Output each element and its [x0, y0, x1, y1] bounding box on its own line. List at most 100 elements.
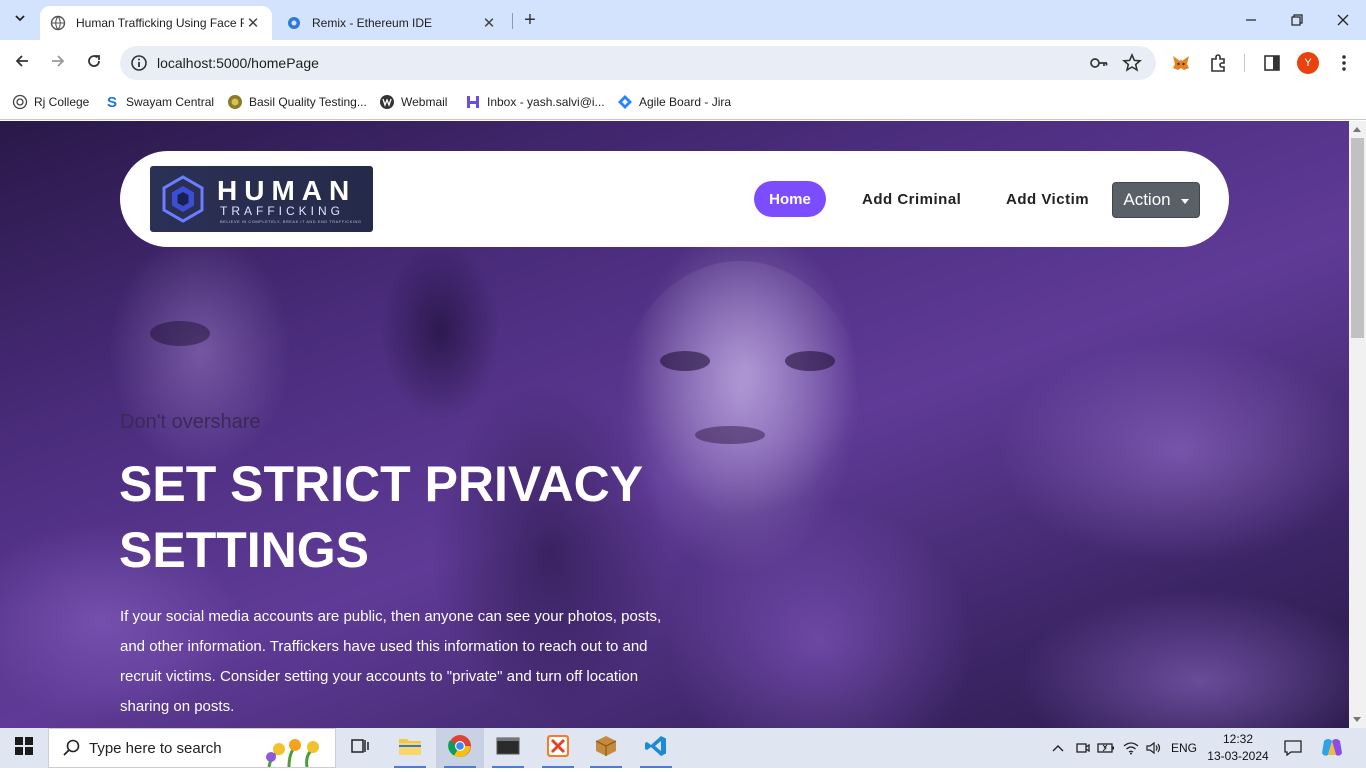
basil-icon	[227, 94, 243, 110]
action-dropdown-button[interactable]: Action	[1112, 182, 1200, 218]
task-view-icon	[350, 737, 370, 760]
back-button[interactable]	[8, 49, 36, 77]
webmail-icon	[379, 94, 395, 110]
site-info-icon[interactable]	[130, 54, 148, 72]
bookmark-webmail[interactable]: Webmail	[379, 92, 447, 112]
start-button[interactable]	[0, 728, 48, 768]
bookmark-label: Webmail	[401, 95, 448, 109]
new-tab-button[interactable]: +	[518, 8, 542, 32]
task-view-button[interactable]	[336, 728, 384, 768]
logo-tagline: BELIEVE IN COMPLETELY, BREAK IT AND END …	[220, 219, 362, 224]
taskbar-clock[interactable]: 12:32 13-03-2024	[1202, 731, 1274, 765]
key-icon[interactable]	[1089, 53, 1109, 78]
chrome-icon	[448, 734, 472, 763]
bookmark-basil[interactable]: Basil Quality Testing...	[227, 92, 367, 112]
bookmark-label: Rj College	[34, 95, 90, 109]
hero-body-text: If your social media accounts are public…	[120, 608, 662, 715]
hero-subtitle: Don't overshare	[120, 411, 261, 433]
volume-icon[interactable]	[1144, 728, 1164, 768]
bookmark-swayam[interactable]: S Swayam Central	[104, 92, 214, 112]
side-panel-icon[interactable]	[1261, 52, 1283, 74]
language-indicator[interactable]: ENG	[1168, 728, 1200, 768]
nav-add-criminal-link[interactable]: Add Criminal	[862, 181, 961, 217]
star-icon[interactable]	[1122, 53, 1142, 78]
clock-date: 13-03-2024	[1207, 749, 1269, 763]
package-app[interactable]	[582, 728, 630, 768]
inbox-icon	[465, 94, 481, 110]
arrow-right-icon	[50, 53, 66, 74]
toolbar-divider	[1244, 54, 1245, 72]
close-tab-icon[interactable]: ✕	[244, 14, 262, 32]
tab-search-dropdown[interactable]	[6, 6, 34, 34]
vscode-icon	[644, 734, 668, 763]
windows-taskbar: Type here to search ENG 12:32 13-03-2024	[0, 728, 1366, 768]
copilot-icon[interactable]	[1318, 728, 1346, 768]
forward-button[interactable]	[44, 49, 72, 77]
minimize-button[interactable]	[1228, 0, 1274, 40]
tab-separator	[512, 13, 513, 29]
tab-human-trafficking[interactable]: Human Trafficking Using Face R ✕	[40, 6, 272, 40]
page-viewport: HUMAN TRAFFICKING BELIEVE IN COMPLETELY,…	[0, 121, 1349, 728]
reload-button[interactable]	[80, 49, 108, 77]
bookmark-jira[interactable]: Agile Board - Jira	[617, 92, 731, 112]
restore-button[interactable]	[1274, 0, 1320, 40]
folder-icon	[398, 736, 422, 761]
search-placeholder: Type here to search	[89, 739, 222, 757]
url-text: localhost:5000/homePage	[157, 55, 319, 71]
browser-toolbar: localhost:5000/homePage Y	[0, 40, 1366, 86]
arrow-left-icon	[14, 53, 30, 74]
battery-icon[interactable]	[1096, 728, 1116, 768]
metamask-icon[interactable]	[1170, 52, 1192, 74]
scrollbar-thumb[interactable]	[1351, 138, 1364, 338]
scroll-up-arrow-icon[interactable]	[1353, 127, 1361, 132]
bookmark-rj-college[interactable]: Rj College	[12, 92, 89, 112]
tab-remix[interactable]: Remix - Ethereum IDE ✕	[276, 6, 508, 40]
hexagon-logo-icon	[162, 175, 204, 223]
globe-icon	[50, 15, 66, 31]
address-bar[interactable]: localhost:5000/homePage	[120, 46, 1156, 80]
bookmark-label: Inbox - yash.salvi@i...	[487, 95, 605, 109]
scroll-down-arrow-icon[interactable]	[1353, 717, 1361, 722]
bookmark-inbox[interactable]: Inbox - yash.salvi@i...	[465, 92, 605, 112]
extensions-icon[interactable]	[1207, 52, 1229, 74]
close-tab-icon[interactable]: ✕	[480, 14, 498, 32]
site-logo[interactable]: HUMAN TRAFFICKING BELIEVE IN COMPLETELY,…	[150, 166, 373, 232]
close-window-button[interactable]	[1320, 0, 1366, 40]
shadow-shape	[785, 351, 835, 371]
box-icon	[594, 734, 618, 763]
xampp-icon	[546, 734, 570, 763]
terminal-app[interactable]	[484, 728, 532, 768]
shadow-shape	[660, 351, 710, 371]
tab-title: Remix - Ethereum IDE	[312, 16, 433, 30]
terminal-icon	[496, 736, 520, 761]
shadow-shape	[695, 426, 765, 444]
chevron-up-icon	[1052, 745, 1064, 752]
hero-title: SET STRICT PRIVACY SETTINGS	[119, 456, 643, 578]
meet-now-icon[interactable]	[1073, 728, 1093, 768]
rj-college-icon	[12, 94, 28, 110]
nav-add-victim-link[interactable]: Add Victim	[1006, 181, 1089, 217]
wifi-icon[interactable]	[1121, 728, 1141, 768]
chrome-app[interactable]	[436, 728, 484, 768]
file-explorer-app[interactable]	[386, 728, 434, 768]
notifications-icon[interactable]	[1282, 728, 1304, 768]
tab-title: Human Trafficking Using Face R	[76, 16, 244, 30]
nav-home-button[interactable]: Home	[754, 181, 826, 217]
vscode-app[interactable]	[632, 728, 680, 768]
site-navbar: HUMAN TRAFFICKING BELIEVE IN COMPLETELY,…	[120, 151, 1229, 247]
shadow-shape	[380, 241, 500, 421]
bookmark-label: Swayam Central	[126, 95, 215, 109]
action-label: Action	[1123, 190, 1171, 209]
taskbar-search-box[interactable]: Type here to search	[48, 728, 336, 768]
xampp-app[interactable]	[534, 728, 582, 768]
profile-avatar[interactable]: Y	[1297, 52, 1319, 74]
reload-icon	[86, 53, 102, 74]
remix-icon	[286, 15, 302, 31]
page-scrollbar[interactable]	[1349, 121, 1366, 728]
clock-time: 12:32	[1222, 732, 1254, 746]
search-icon	[63, 739, 80, 756]
more-menu-icon[interactable]	[1333, 52, 1355, 74]
show-hidden-icons-button[interactable]	[1048, 728, 1068, 768]
jira-icon	[617, 94, 633, 110]
shadow-shape	[150, 321, 210, 346]
